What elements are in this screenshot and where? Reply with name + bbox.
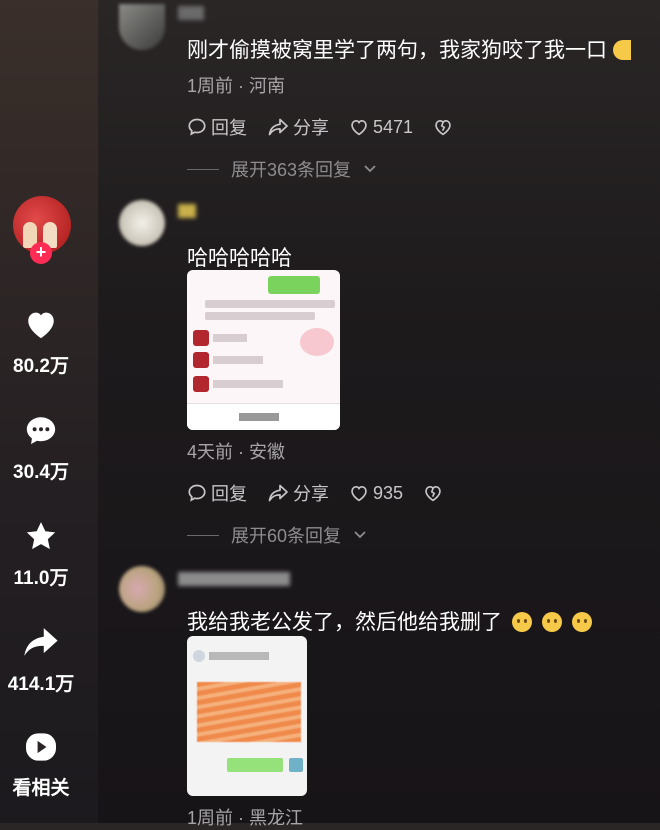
smile-emoji-icon: [542, 612, 562, 632]
chat-bubble-shape: [227, 758, 283, 772]
chat-line-shape: [209, 652, 269, 660]
chevron-down-icon: [364, 165, 376, 173]
chat-line-shape: [205, 300, 335, 308]
reply-button[interactable]: 回复: [187, 114, 247, 140]
expand-replies-button[interactable]: 展开60条回复: [187, 522, 367, 548]
chat-avatar-shape: [193, 650, 205, 662]
comment-meta: 1周前 · 河南: [187, 76, 286, 96]
like-comment-button[interactable]: 5471: [349, 117, 413, 138]
share-comment-button[interactable]: 分享: [267, 114, 329, 140]
chat-line-shape: [213, 334, 247, 342]
broken-heart-icon: [435, 120, 451, 136]
chat-avatar-shape: [193, 376, 209, 392]
comment-count: 30.4万: [13, 462, 69, 483]
comment-button[interactable]: 30.4万: [0, 414, 82, 484]
comment-text: 哈哈哈哈哈: [187, 247, 292, 270]
input-text-shape: [239, 413, 279, 421]
like-comment-button[interactable]: 935: [349, 483, 403, 504]
share-button[interactable]: 414.1万: [0, 626, 82, 696]
share-count: 414.1万: [7, 674, 75, 695]
commenter-avatar[interactable]: [119, 566, 165, 612]
comment-like-count: 935: [373, 482, 404, 503]
action-sidebar: + 80.2万 30.4万 11.0万 414.1万 看相关: [0, 0, 98, 823]
commenter-name[interactable]: [178, 204, 196, 218]
divider-line: [187, 534, 219, 536]
comment-image[interactable]: [187, 636, 307, 796]
comment-list: 刚才偷摸被窝里学了两句，我家狗咬了我一口 1周前 · 河南 回复 分享 5471…: [98, 0, 660, 828]
comment-text: 刚才偷摸被窝里学了两句，我家狗咬了我一口: [187, 34, 631, 64]
commenter-avatar[interactable]: [119, 200, 165, 246]
crying-emoji-icon: [613, 40, 631, 60]
chat-input-bar: [187, 403, 340, 430]
comment-meta: 4天前 · 安徽: [187, 442, 286, 462]
comment-actions: 回复 分享 935: [187, 480, 443, 506]
like-count: 80.2万: [13, 356, 69, 377]
chat-avatar-shape: [193, 352, 209, 368]
dislike-comment-button[interactable]: [433, 118, 453, 136]
reply-bubble-icon: [188, 484, 206, 502]
chat-bubble-shape: [268, 276, 320, 294]
comment-text: 我给我老公发了，然后他给我删了: [187, 606, 592, 636]
play-icon: [26, 733, 56, 761]
scribble-redaction: [197, 682, 301, 742]
heart-outline-icon: [351, 120, 367, 136]
dislike-comment-button[interactable]: [423, 484, 443, 502]
related-label: 看相关: [12, 778, 70, 799]
like-button[interactable]: 80.2万: [0, 308, 82, 378]
reply-bubble-icon: [188, 118, 206, 136]
smile-emoji-icon: [572, 612, 592, 632]
comment-actions: 回复 分享 5471: [187, 114, 453, 140]
comment-meta: 1周前 · 黑龙江: [187, 808, 304, 828]
heart-outline-icon: [351, 486, 367, 502]
chat-line-shape: [213, 356, 263, 364]
related-button[interactable]: 看相关: [0, 732, 82, 800]
chevron-down-icon: [354, 531, 366, 539]
commenter-name[interactable]: [178, 572, 290, 586]
comment-icon: [26, 417, 56, 445]
comment-like-count: 5471: [373, 116, 414, 137]
favorite-count: 11.0万: [13, 568, 69, 589]
share-comment-button[interactable]: 分享: [267, 480, 329, 506]
share-outline-icon: [268, 118, 288, 136]
star-icon: [26, 522, 56, 550]
heart-icon: [28, 312, 54, 339]
favorite-button[interactable]: 11.0万: [0, 520, 82, 590]
comment-image[interactable]: [187, 270, 340, 430]
sticker-shape: [300, 328, 334, 356]
follow-plus-button[interactable]: +: [30, 242, 52, 264]
chat-avatar-shape: [289, 758, 303, 772]
commenter-name[interactable]: [178, 6, 204, 20]
reply-button[interactable]: 回复: [187, 480, 247, 506]
commenter-avatar[interactable]: [119, 4, 165, 50]
smile-emoji-icon: [512, 612, 532, 632]
divider-line: [187, 168, 219, 170]
chat-avatar-shape: [193, 330, 209, 346]
broken-heart-icon: [425, 486, 441, 502]
share-arrow-icon: [24, 628, 58, 656]
expand-replies-button[interactable]: 展开363条回复: [187, 156, 377, 182]
chat-line-shape: [213, 380, 283, 388]
chat-line-shape: [205, 312, 315, 320]
share-outline-icon: [268, 484, 288, 502]
